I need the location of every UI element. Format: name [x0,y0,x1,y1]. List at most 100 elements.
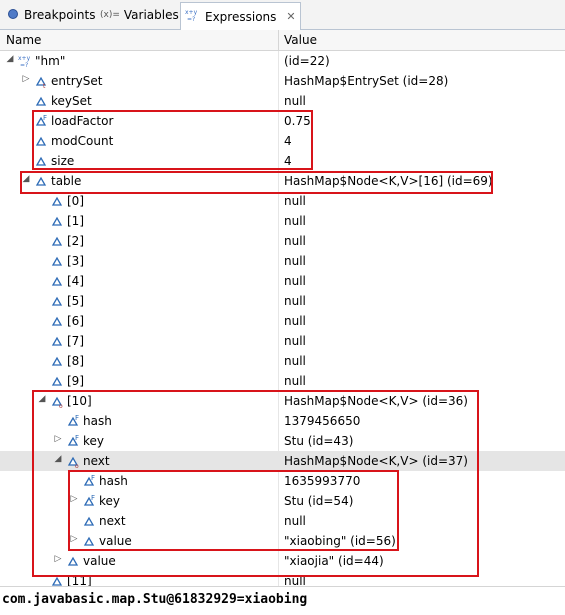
tree-row[interactable]: modCount 4 [0,131,565,151]
variable-name: hash [99,474,128,488]
tree-row[interactable]: [0] null [0,191,565,211]
variable-name: loadFactor [51,114,114,128]
expand-arrow-icon[interactable]: ◢ [38,394,46,404]
field-icon [66,554,80,568]
expand-arrow-icon[interactable]: ◢ [54,454,62,464]
variable-name: [3] [67,254,84,268]
tab-label: Expressions [205,9,277,24]
variable-value: "xiaojia" (id=44) [284,554,384,568]
tree-row[interactable]: ◢ x+y =? "hm" (id=22) [0,51,565,71]
tree-row[interactable]: ◢ table HashMap$Node<K,V>[16] (id=69) [0,171,565,191]
final-field-icon: F [82,474,96,488]
variable-value: null [284,234,306,248]
tree-row[interactable]: Fhash 1379456650 [0,411,565,431]
variable-name: [5] [67,294,84,308]
field-icon [34,154,48,168]
node-icon: o [66,454,80,470]
expand-arrow-icon[interactable]: ◢ [6,54,14,64]
tree-row[interactable]: [4] null [0,271,565,291]
tree-row[interactable]: [3] null [0,251,565,271]
field-icon [50,314,64,328]
svg-text:F: F [75,434,79,442]
field-icon [50,294,64,308]
tree-row[interactable]: [5] null [0,291,565,311]
variable-name: modCount [51,134,114,148]
tree-row[interactable]: [11] null [0,571,565,586]
variable-name: keySet [51,94,92,108]
variable-value: 1635993770 [284,474,361,488]
variable-value: HashMap$Node<K,V> (id=36) [284,394,468,408]
variable-name: value [99,534,132,548]
tree-row[interactable]: [8] null [0,351,565,371]
variable-name: [4] [67,274,84,288]
variable-value: 4 [284,134,292,148]
variable-name: [1] [67,214,84,228]
tree-row[interactable]: [2] null [0,231,565,251]
variable-value: 0.75 [284,114,311,128]
tree-row[interactable]: [1] null [0,211,565,231]
svg-text:=?: =? [187,16,195,22]
svg-text:o: o [59,403,63,408]
tab-variables[interactable]: (x)= Variables [96,3,183,27]
collapse-arrow-icon[interactable]: ▷ [54,434,62,444]
expand-arrow-icon[interactable]: ◢ [22,174,30,184]
variable-value: null [284,574,306,586]
tree-row[interactable]: ▷ t entrySet HashMap$EntrySet (id=28) [0,71,565,91]
tree-row[interactable]: ◢ o [10] HashMap$Node<K,V> (id=36) [0,391,565,411]
field-icon [50,214,64,228]
svg-text:F: F [75,414,79,422]
column-divider[interactable] [278,30,279,50]
expressions-icon: x+y =? [185,8,201,25]
tree-row[interactable]: [6] null [0,311,565,331]
tree-row[interactable]: keySet null [0,91,565,111]
field-icon [34,134,48,148]
tab-breakpoints[interactable]: Breakpoints [2,3,99,27]
variable-value: null [284,254,306,268]
tree-row[interactable]: ▷ Fkey Stu (id=43) [0,431,565,451]
variable-value: 1379456650 [284,414,361,428]
tab-expressions[interactable]: x+y =? Expressions ✕ [180,2,301,30]
tree-row[interactable]: ▷ value "xiaojia" (id=44) [0,551,565,571]
tree-row[interactable]: ▷ value "xiaobing" (id=56) [0,531,565,551]
close-icon[interactable]: ✕ [286,10,295,23]
svg-text:F: F [43,114,47,122]
expression-icon: x+y =? [18,54,32,69]
tree-row[interactable]: FloadFactor 0.75 [0,111,565,131]
variable-value: HashMap$EntrySet (id=28) [284,74,449,88]
field-icon [82,514,96,528]
tree-row[interactable]: ▷ Fkey Stu (id=54) [0,491,565,511]
variable-value: HashMap$Node<K,V>[16] (id=69) [284,174,493,188]
column-name-header[interactable]: Name [6,33,41,47]
variable-name: key [99,494,121,508]
variable-value: null [284,314,306,328]
variable-value: null [284,94,306,108]
field-icon [50,354,64,368]
variable-name: table [51,174,82,188]
tree-row[interactable]: next null [0,511,565,531]
variable-value: HashMap$Node<K,V> (id=37) [284,454,468,468]
field-icon [34,174,48,188]
tree-row[interactable]: size 4 [0,151,565,171]
tree-row[interactable]: Fhash 1635993770 [0,471,565,491]
variables-icon: (x)= [100,10,120,20]
variable-name: [6] [67,314,84,328]
collapse-arrow-icon[interactable]: ▷ [70,534,78,544]
field-icon [50,574,64,586]
collapse-arrow-icon[interactable]: ▷ [70,494,78,504]
collapse-arrow-icon[interactable]: ▷ [54,554,62,564]
tree-row[interactable]: ◢ o next HashMap$Node<K,V> (id=37) [0,451,565,471]
collapse-arrow-icon[interactable]: ▷ [22,74,30,84]
tree-row[interactable]: [7] null [0,331,565,351]
field-icon [50,254,64,268]
tree-row[interactable]: [9] null [0,371,565,391]
variable-value: null [284,374,306,388]
variable-name: next [99,514,126,528]
column-value-header[interactable]: Value [284,33,317,47]
field-icon [50,274,64,288]
variable-value: "xiaobing" (id=56) [284,534,396,548]
tab-label: Breakpoints [24,8,96,22]
detail-pane: com.javabasic.map.Stu@61832929=xiaobing [0,586,565,615]
variable-name: [2] [67,234,84,248]
variable-value: null [284,334,306,348]
variable-value: null [284,214,306,228]
